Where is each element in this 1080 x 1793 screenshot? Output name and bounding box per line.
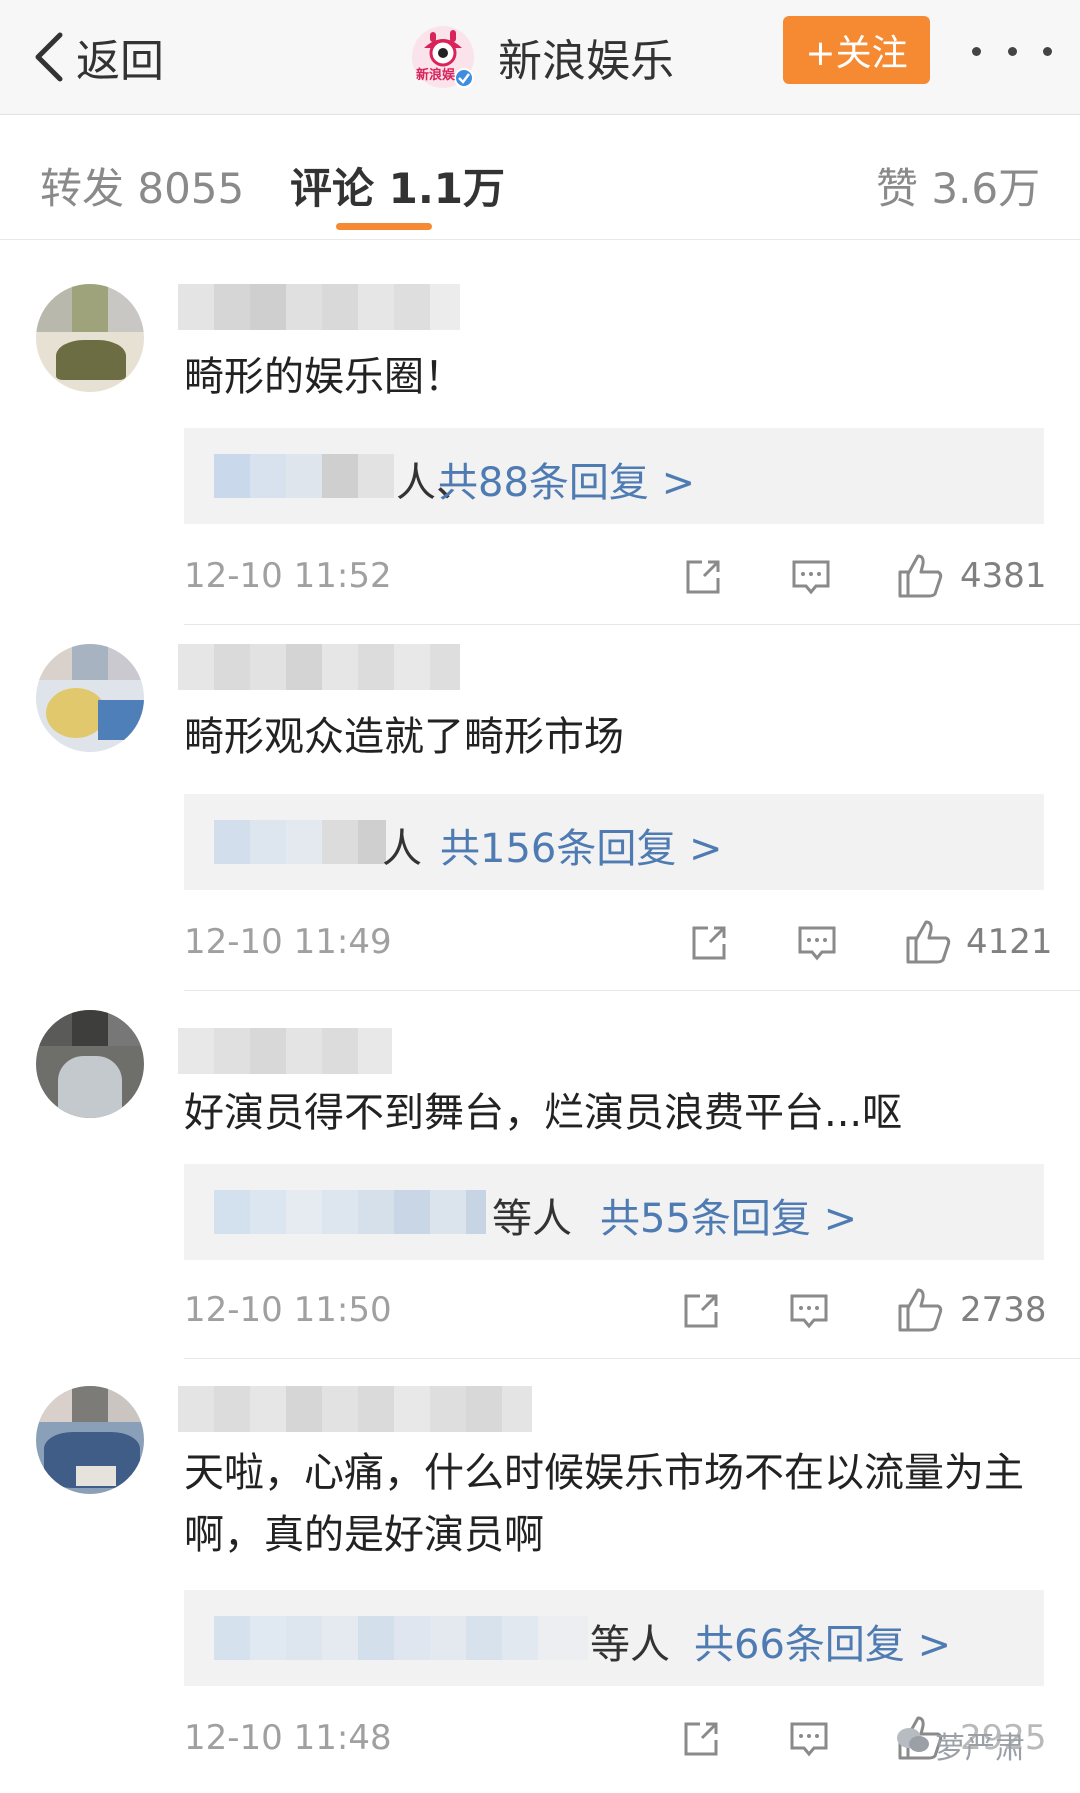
reply-preview[interactable]: 人 共156条回复 >	[184, 794, 1044, 890]
view-replies-link[interactable]: 共88条回复 >	[438, 450, 695, 508]
wechat-icon	[897, 1728, 929, 1752]
active-tab-indicator	[336, 223, 432, 230]
comment-time: 12-10 11:48	[184, 1718, 392, 1758]
comment-time: 12-10 11:50	[184, 1290, 392, 1330]
chevron-left-icon	[35, 32, 63, 82]
view-replies-link[interactable]: 共66条回复 >	[694, 1612, 951, 1670]
tab-comments[interactable]: 评论 1.1万	[290, 155, 505, 216]
more-menu-icon[interactable]	[972, 36, 1052, 66]
share-icon[interactable]	[688, 922, 730, 964]
follow-button[interactable]: +关注	[783, 16, 930, 84]
reply-users-blurred	[214, 454, 394, 498]
account-header[interactable]: 新浪娱 新浪娱乐	[410, 16, 674, 98]
back-button[interactable]: 返回	[30, 22, 164, 92]
reply-preview[interactable]: 人、 共88条回复 >	[184, 428, 1044, 524]
reply-users-blurred	[214, 1190, 486, 1234]
comment-time: 12-10 11:52	[184, 556, 392, 596]
like-icon[interactable]	[896, 1286, 944, 1334]
comment-icon[interactable]	[788, 1718, 830, 1760]
comment-text: 畸形的娱乐圈！	[184, 354, 464, 400]
divider	[184, 1358, 1080, 1359]
username-blurred[interactable]	[178, 1386, 532, 1432]
reply-users-blurred	[214, 1616, 588, 1660]
share-icon[interactable]	[680, 1718, 722, 1760]
comment-icon[interactable]	[790, 556, 832, 598]
like-count: 2738	[960, 1290, 1047, 1330]
avatar[interactable]	[36, 1386, 144, 1494]
reply-suffix: 等人	[590, 1622, 670, 1668]
avatar[interactable]	[36, 1010, 144, 1118]
username-blurred[interactable]	[178, 284, 460, 330]
username-blurred[interactable]	[178, 644, 460, 690]
view-replies-link[interactable]: 共55条回复 >	[600, 1186, 857, 1244]
username-blurred[interactable]	[178, 1028, 392, 1074]
comment-time: 12-10 11:49	[184, 922, 392, 962]
comment-icon[interactable]	[796, 922, 838, 964]
reply-users-blurred	[214, 820, 386, 864]
divider	[184, 990, 1080, 991]
tab-bar: 转发 8055 评论 1.1万 赞 3.6万	[0, 115, 1080, 240]
like-icon[interactable]	[896, 552, 944, 600]
share-icon[interactable]	[682, 556, 724, 598]
reply-preview[interactable]: 等人 共55条回复 >	[184, 1164, 1044, 1260]
like-count: 4381	[960, 556, 1047, 596]
back-label: 返回	[76, 36, 164, 87]
tab-reposts[interactable]: 转发 8055	[40, 155, 244, 216]
comment-text: 天啦，心痛，什么时候娱乐市场不在以流量为主啊，真的是好演员啊	[184, 1450, 1024, 1558]
tab-likes[interactable]: 赞 3.6万	[876, 155, 1040, 216]
account-avatar[interactable]: 新浪娱	[410, 24, 476, 90]
like-icon[interactable]	[904, 918, 952, 966]
comment-text: 畸形观众造就了畸形市场	[184, 714, 624, 760]
account-name[interactable]: 新浪娱乐	[498, 25, 674, 89]
like-count: 4121	[966, 922, 1053, 962]
watermark-text: 萝严肃	[935, 1731, 1025, 1766]
share-icon[interactable]	[680, 1290, 722, 1332]
divider	[184, 624, 1080, 625]
avatar[interactable]	[36, 284, 144, 392]
logo-text: 新浪娱	[416, 68, 456, 83]
reply-suffix: 等人	[492, 1196, 572, 1242]
reply-suffix: 人	[382, 826, 422, 872]
comment-icon[interactable]	[788, 1290, 830, 1332]
reply-preview[interactable]: 等人 共66条回复 >	[184, 1590, 1044, 1686]
avatar[interactable]	[36, 644, 144, 752]
view-replies-link[interactable]: 共156条回复 >	[440, 816, 723, 874]
comment-text: 好演员得不到舞台，烂演员浪费平台...呕	[184, 1090, 903, 1136]
top-nav-bar: 返回 新浪娱 新浪娱乐 +关注	[0, 0, 1080, 115]
